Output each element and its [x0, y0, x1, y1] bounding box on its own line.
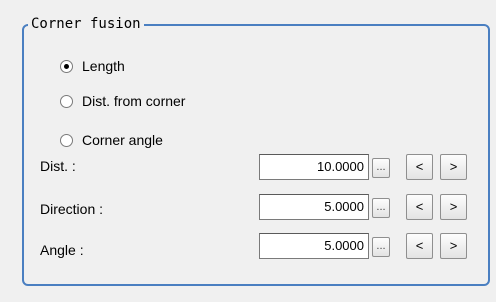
angle-label: Angle :: [40, 242, 84, 258]
dist-label: Dist. :: [40, 158, 76, 174]
direction-browse-button[interactable]: ...: [372, 198, 390, 218]
direction-label: Direction :: [40, 201, 104, 217]
radio-length[interactable]: Length: [60, 56, 125, 76]
direction-field[interactable]: 5.0000: [259, 194, 369, 220]
radio-button-icon[interactable]: [60, 133, 73, 147]
angle-field[interactable]: 5.0000: [259, 233, 369, 259]
dist-browse-button[interactable]: ...: [372, 158, 390, 178]
radio-corner-angle-label: Corner angle: [82, 132, 163, 148]
dist-field[interactable]: 10.0000: [259, 154, 369, 180]
angle-browse-button[interactable]: ...: [372, 237, 390, 257]
angle-increment-button[interactable]: >: [440, 233, 467, 259]
group-title: Corner fusion: [28, 15, 144, 33]
dist-increment-button[interactable]: >: [440, 154, 467, 180]
angle-decrement-button[interactable]: <: [406, 233, 433, 259]
radio-corner-angle[interactable]: Corner angle: [60, 130, 163, 150]
radio-button-icon[interactable]: [60, 94, 73, 108]
radio-dist-from-corner[interactable]: Dist. from corner: [60, 91, 185, 111]
radio-button-icon[interactable]: [60, 59, 73, 73]
dist-decrement-button[interactable]: <: [406, 154, 433, 180]
direction-increment-button[interactable]: >: [440, 194, 467, 220]
radio-length-label: Length: [82, 58, 125, 74]
direction-decrement-button[interactable]: <: [406, 194, 433, 220]
radio-dist-from-corner-label: Dist. from corner: [82, 93, 186, 109]
